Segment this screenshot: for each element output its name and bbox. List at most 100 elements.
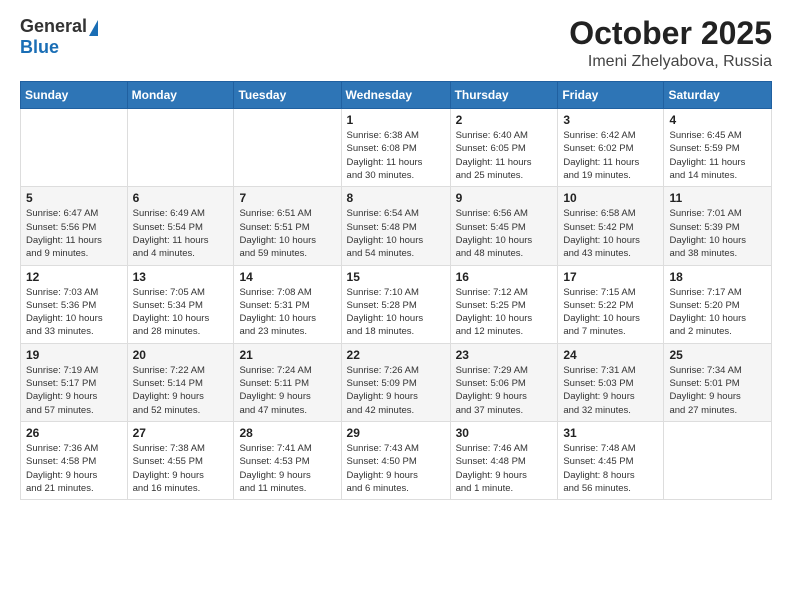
day-info: Sunrise: 6:38 AMSunset: 6:08 PMDaylight:… (347, 129, 445, 182)
logo-triangle-icon (89, 20, 98, 36)
table-row: 16 Sunrise: 7:12 AMSunset: 5:25 PMDayligh… (450, 265, 558, 343)
logo-blue: Blue (20, 37, 59, 57)
table-row: 11Sunrise: 7:01 AMSunset: 5:39 PMDayligh… (664, 187, 772, 265)
table-row: 20Sunrise: 7:22 AMSunset: 5:14 PMDayligh… (127, 343, 234, 421)
table-row: 21 Sunrise: 7:24 AMSunset: 5:11 PMDayligh… (234, 343, 341, 421)
day-number: 2 (456, 113, 553, 127)
day-number: 10 (563, 191, 658, 205)
table-row: 1 Sunrise: 6:38 AMSunset: 6:08 PMDaylight… (341, 109, 450, 187)
day-info: Sunrise: 6:58 AMSunset: 5:42 PMDaylight:… (563, 207, 658, 260)
day-number: 1 (347, 113, 445, 127)
day-info: Sunrise: 7:26 AMSunset: 5:09 PMDaylight:… (347, 364, 445, 417)
table-row: 31 Sunrise: 7:48 AMSunset: 4:45 PMDayligh… (558, 421, 664, 499)
table-row: 4 Sunrise: 6:45 AMSunset: 5:59 PMDaylight… (664, 109, 772, 187)
table-row: 5 Sunrise: 6:47 AMSunset: 5:56 PMDaylight… (21, 187, 128, 265)
day-number: 6 (133, 191, 229, 205)
table-row: 29 Sunrise: 7:43 AMSunset: 4:50 PMDayligh… (341, 421, 450, 499)
day-info: Sunrise: 7:12 AMSunset: 5:25 PMDaylight:… (456, 286, 553, 339)
day-info: Sunrise: 7:29 AMSunset: 5:06 PMDaylight:… (456, 364, 553, 417)
day-info: Sunrise: 7:41 AMSunset: 4:53 PMDaylight:… (239, 442, 335, 495)
day-info: Sunrise: 6:45 AMSunset: 5:59 PMDaylight:… (669, 129, 766, 182)
day-info: Sunrise: 6:56 AMSunset: 5:45 PMDaylight:… (456, 207, 553, 260)
day-info: Sunrise: 7:31 AMSunset: 5:03 PMDaylight:… (563, 364, 658, 417)
day-number: 7 (239, 191, 335, 205)
calendar-week-row: 5 Sunrise: 6:47 AMSunset: 5:56 PMDaylight… (21, 187, 772, 265)
logo-general: General (20, 16, 87, 37)
table-row: 23 Sunrise: 7:29 AMSunset: 5:06 PMDayligh… (450, 343, 558, 421)
day-number: 16 (456, 270, 553, 284)
header: General Blue October 2025 Imeni Zhelyabo… (20, 16, 772, 71)
day-number: 8 (347, 191, 445, 205)
day-number: 22 (347, 348, 445, 362)
col-friday: Friday (558, 82, 664, 109)
col-saturday: Saturday (664, 82, 772, 109)
day-info: Sunrise: 7:05 AMSunset: 5:34 PMDaylight:… (133, 286, 229, 339)
day-number: 20 (133, 348, 229, 362)
day-info: Sunrise: 7:19 AMSunset: 5:17 PMDaylight:… (26, 364, 122, 417)
day-number: 5 (26, 191, 122, 205)
day-info: Sunrise: 7:46 AMSunset: 4:48 PMDaylight:… (456, 442, 553, 495)
table-row: 8 Sunrise: 6:54 AMSunset: 5:48 PMDaylight… (341, 187, 450, 265)
day-info: Sunrise: 7:38 AMSunset: 4:55 PMDaylight:… (133, 442, 229, 495)
day-number: 14 (239, 270, 335, 284)
day-number: 11 (669, 191, 766, 205)
day-number: 17 (563, 270, 658, 284)
page: General Blue October 2025 Imeni Zhelyabo… (0, 0, 792, 612)
table-row (127, 109, 234, 187)
col-sunday: Sunday (21, 82, 128, 109)
day-number: 31 (563, 426, 658, 440)
table-row (21, 109, 128, 187)
day-number: 4 (669, 113, 766, 127)
day-info: Sunrise: 7:17 AMSunset: 5:20 PMDaylight:… (669, 286, 766, 339)
table-row: 22 Sunrise: 7:26 AMSunset: 5:09 PMDayligh… (341, 343, 450, 421)
col-monday: Monday (127, 82, 234, 109)
logo: General Blue (20, 16, 98, 58)
day-info: Sunrise: 6:54 AMSunset: 5:48 PMDaylight:… (347, 207, 445, 260)
page-title: October 2025 (569, 16, 772, 51)
day-number: 9 (456, 191, 553, 205)
day-number: 18 (669, 270, 766, 284)
day-number: 29 (347, 426, 445, 440)
day-number: 23 (456, 348, 553, 362)
calendar-week-row: 26 Sunrise: 7:36 AMSunset: 4:58 PMDayligh… (21, 421, 772, 499)
col-thursday: Thursday (450, 82, 558, 109)
calendar: Sunday Monday Tuesday Wednesday Thursday… (20, 81, 772, 500)
day-number: 28 (239, 426, 335, 440)
title-block: October 2025 Imeni Zhelyabova, Russia (569, 16, 772, 71)
day-info: Sunrise: 6:40 AMSunset: 6:05 PMDaylight:… (456, 129, 553, 182)
day-number: 19 (26, 348, 122, 362)
table-row: 18 Sunrise: 7:17 AMSunset: 5:20 PMDayligh… (664, 265, 772, 343)
col-wednesday: Wednesday (341, 82, 450, 109)
day-info: Sunrise: 7:48 AMSunset: 4:45 PMDaylight:… (563, 442, 658, 495)
calendar-week-row: 12Sunrise: 7:03 AMSunset: 5:36 PMDayligh… (21, 265, 772, 343)
day-info: Sunrise: 6:51 AMSunset: 5:51 PMDaylight:… (239, 207, 335, 260)
table-row: 12Sunrise: 7:03 AMSunset: 5:36 PMDayligh… (21, 265, 128, 343)
table-row: 9 Sunrise: 6:56 AMSunset: 5:45 PMDaylight… (450, 187, 558, 265)
page-subtitle: Imeni Zhelyabova, Russia (569, 53, 772, 71)
table-row (234, 109, 341, 187)
table-row: 7 Sunrise: 6:51 AMSunset: 5:51 PMDaylight… (234, 187, 341, 265)
day-number: 12 (26, 270, 122, 284)
day-info: Sunrise: 7:36 AMSunset: 4:58 PMDaylight:… (26, 442, 122, 495)
day-number: 15 (347, 270, 445, 284)
table-row: 2 Sunrise: 6:40 AMSunset: 6:05 PMDaylight… (450, 109, 558, 187)
day-info: Sunrise: 7:24 AMSunset: 5:11 PMDaylight:… (239, 364, 335, 417)
day-info: Sunrise: 6:47 AMSunset: 5:56 PMDaylight:… (26, 207, 122, 260)
day-number: 21 (239, 348, 335, 362)
day-info: Sunrise: 7:43 AMSunset: 4:50 PMDaylight:… (347, 442, 445, 495)
table-row: 28 Sunrise: 7:41 AMSunset: 4:53 PMDayligh… (234, 421, 341, 499)
table-row: 6 Sunrise: 6:49 AMSunset: 5:54 PMDaylight… (127, 187, 234, 265)
table-row: 19 Sunrise: 7:19 AMSunset: 5:17 PMDayligh… (21, 343, 128, 421)
table-row: 27Sunrise: 7:38 AMSunset: 4:55 PMDayligh… (127, 421, 234, 499)
day-number: 3 (563, 113, 658, 127)
table-row: 24Sunrise: 7:31 AMSunset: 5:03 PMDayligh… (558, 343, 664, 421)
day-number: 26 (26, 426, 122, 440)
table-row (664, 421, 772, 499)
day-info: Sunrise: 7:34 AMSunset: 5:01 PMDaylight:… (669, 364, 766, 417)
table-row: 13Sunrise: 7:05 AMSunset: 5:34 PMDayligh… (127, 265, 234, 343)
day-info: Sunrise: 6:49 AMSunset: 5:54 PMDaylight:… (133, 207, 229, 260)
table-row: 25Sunrise: 7:34 AMSunset: 5:01 PMDayligh… (664, 343, 772, 421)
table-row: 26 Sunrise: 7:36 AMSunset: 4:58 PMDayligh… (21, 421, 128, 499)
table-row: 30Sunrise: 7:46 AMSunset: 4:48 PMDayligh… (450, 421, 558, 499)
table-row: 17Sunrise: 7:15 AMSunset: 5:22 PMDayligh… (558, 265, 664, 343)
